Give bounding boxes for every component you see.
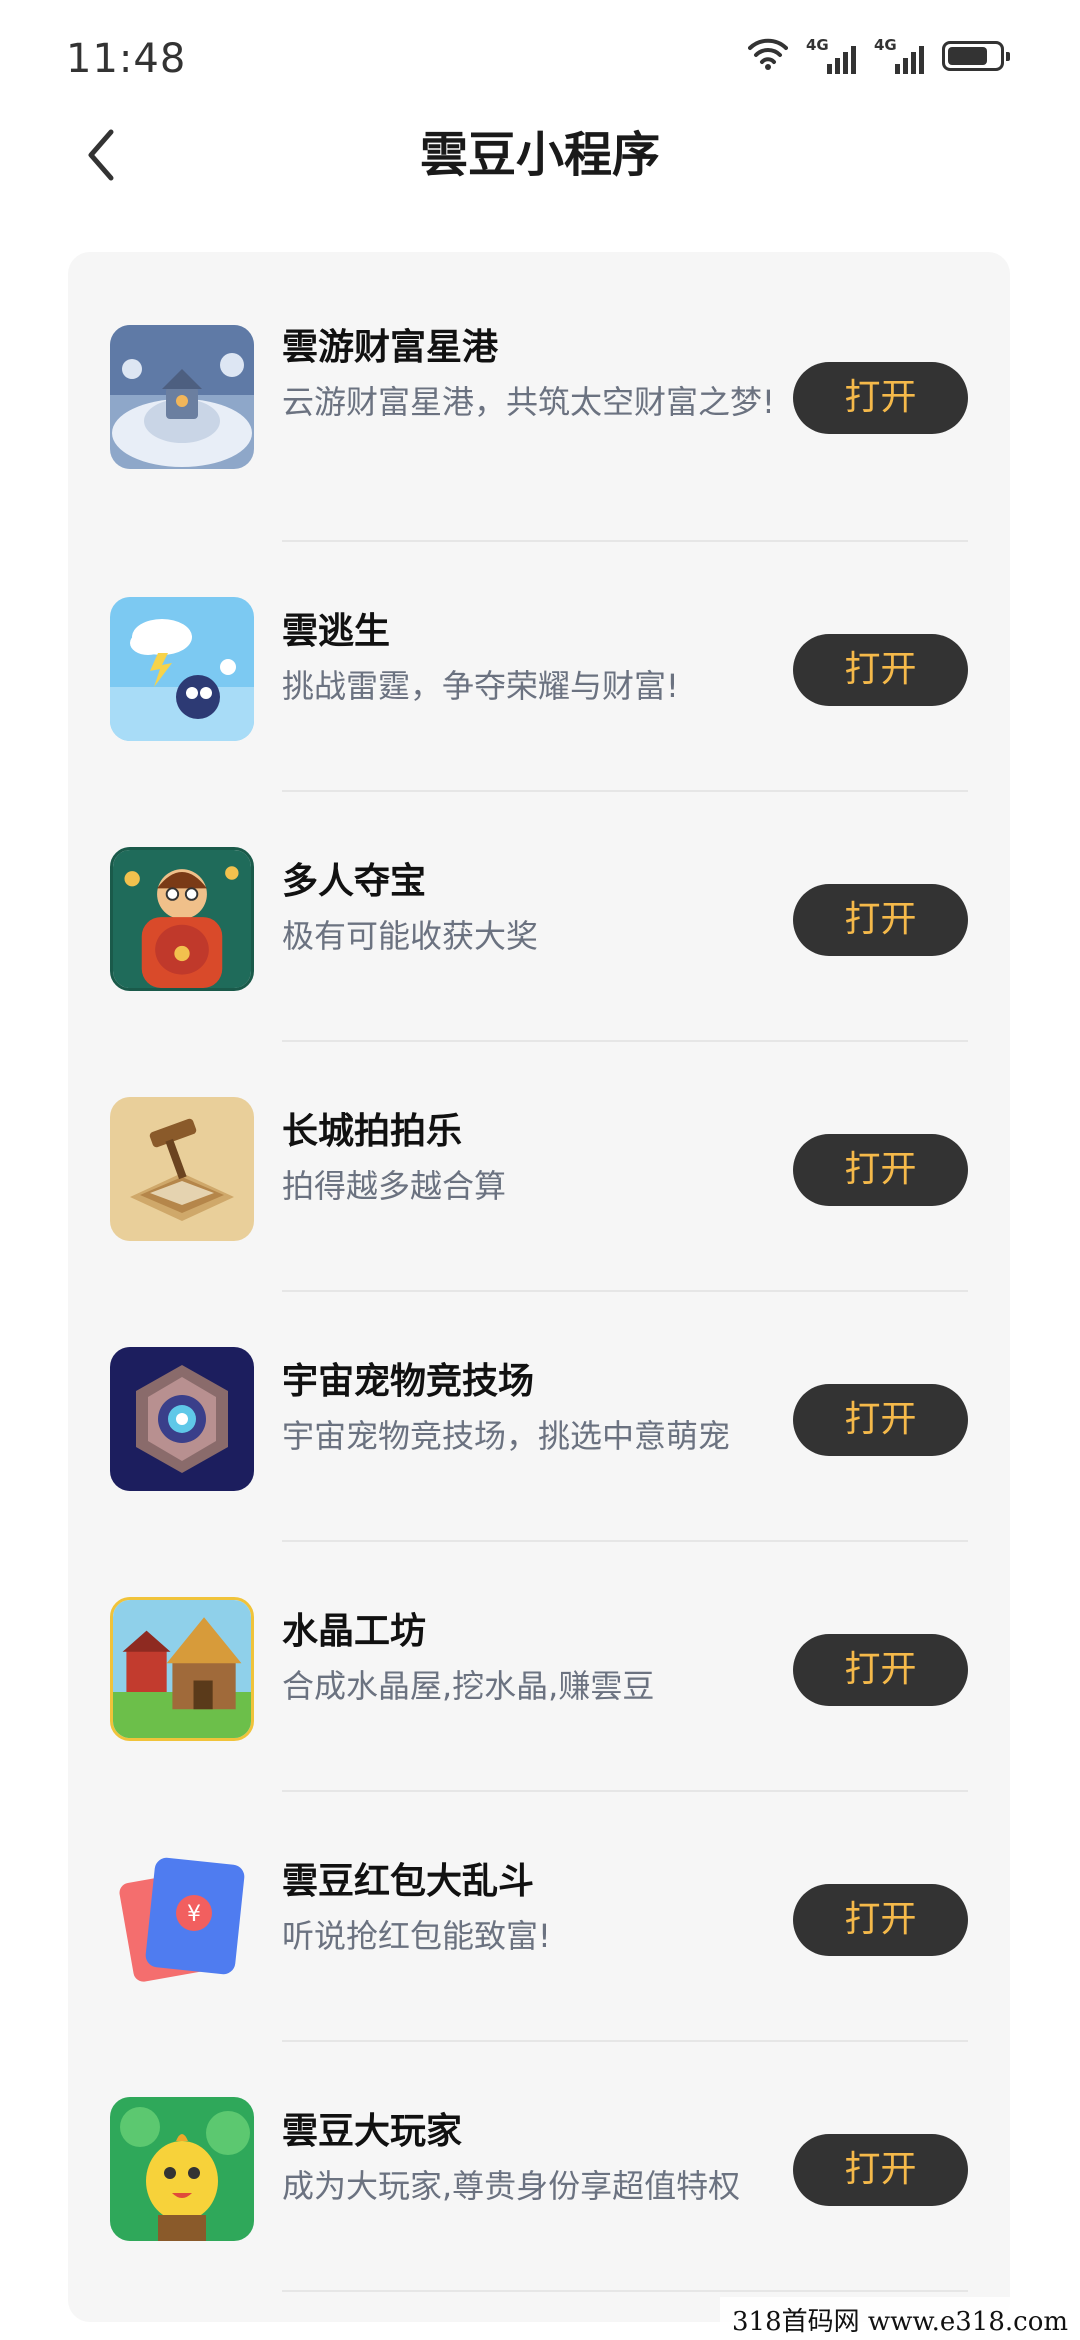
page-title: 雲豆小程序 [419,127,660,183]
app-screen: 11:48 4G 4G 雲豆小程序 雲游财富星港 云游财富星港，共筑太空财富之梦… [0,0,1080,2340]
list-item[interactable]: 多人夺宝 极有可能收获大奖 打开 [68,792,1010,1042]
item-title: 雲游财富星港 [282,327,499,368]
list-item[interactable]: 雲游财富星港 云游财富星港，共筑太空财富之梦! 打开 [68,252,1010,542]
open-button[interactable]: 打开 [793,884,968,956]
open-button[interactable]: 打开 [793,1134,968,1206]
signal-4g-icon: 4G [874,36,924,74]
item-description: 听说抢红包能致富! [282,1917,551,1955]
wifi-icon [748,38,788,74]
open-button[interactable]: 打开 [793,362,968,434]
status-time: 11:48 [66,36,187,82]
cosmic-pet-arena-icon [110,1347,254,1491]
open-button[interactable]: 打开 [793,1884,968,1956]
item-title: 雲豆红包大乱斗 [282,1861,535,1902]
item-title: 雲豆大玩家 [282,2111,463,2152]
list-item[interactable]: 雲豆大玩家 成为大玩家,尊贵身份享超值特权 打开 [68,2042,1010,2292]
item-title: 长城拍拍乐 [282,1111,463,1152]
mini-program-list: 雲游财富星港 云游财富星港，共筑太空财富之梦! 打开 雲逃生 挑战雷霆，争夺荣耀… [68,252,1010,2322]
item-title: 多人夺宝 [282,861,427,902]
back-button[interactable] [70,120,130,190]
battery-icon [942,41,1010,71]
open-button[interactable]: 打开 [793,1384,968,1456]
watermark: 318首码网 www.e318.com [720,2297,1080,2340]
svg-text:¥: ¥ [187,1902,201,1927]
great-wall-auction-icon [110,1097,254,1241]
list-item[interactable]: 长城拍拍乐 拍得越多越合算 打开 [68,1042,1010,1292]
list-item[interactable]: 宇宙宠物竞技场 宇宙宠物竞技场，挑选中意萌宠 打开 [68,1292,1010,1542]
signal-4g-icon: 4G [806,36,856,74]
big-player-icon [110,2097,254,2241]
chevron-left-icon [88,129,114,181]
list-item[interactable]: 水晶工坊 合成水晶屋,挖水晶,赚雲豆 打开 [68,1542,1010,1792]
network-type-label: 4G [806,36,829,54]
divider [282,2290,968,2292]
open-button[interactable]: 打开 [793,634,968,706]
item-description: 宇宙宠物竞技场，挑选中意萌宠 [282,1417,731,1455]
item-description: 成为大玩家,尊贵身份享超值特权 [282,2167,741,2205]
planet-port-icon [110,325,254,469]
crystal-workshop-icon [110,1597,254,1741]
item-description: 拍得越多越合算 [282,1167,507,1205]
item-description: 挑战雷霆，争夺荣耀与财富! [282,667,679,705]
status-bar: 11:48 4G 4G [0,0,1080,120]
item-description: 云游财富星港，共筑太空财富之梦! [282,383,775,421]
network-type-label: 4G [874,36,897,54]
treasure-hunt-icon [110,847,254,991]
thunder-escape-icon [110,597,254,741]
item-description: 合成水晶屋,挖水晶,赚雲豆 [282,1667,655,1705]
red-envelope-icon: ¥ [110,1847,254,1991]
item-title: 宇宙宠物竞技场 [282,1361,535,1402]
nav-bar: 雲豆小程序 [0,120,1080,190]
open-button[interactable]: 打开 [793,1634,968,1706]
list-item[interactable]: ¥ 雲豆红包大乱斗 听说抢红包能致富! 打开 [68,1792,1010,2042]
status-icons: 4G 4G [748,36,1010,74]
item-title: 雲逃生 [282,611,391,652]
list-item[interactable]: 雲逃生 挑战雷霆，争夺荣耀与财富! 打开 [68,542,1010,792]
item-description: 极有可能收获大奖 [282,917,539,955]
open-button[interactable]: 打开 [793,2134,968,2206]
item-title: 水晶工坊 [282,1611,427,1652]
